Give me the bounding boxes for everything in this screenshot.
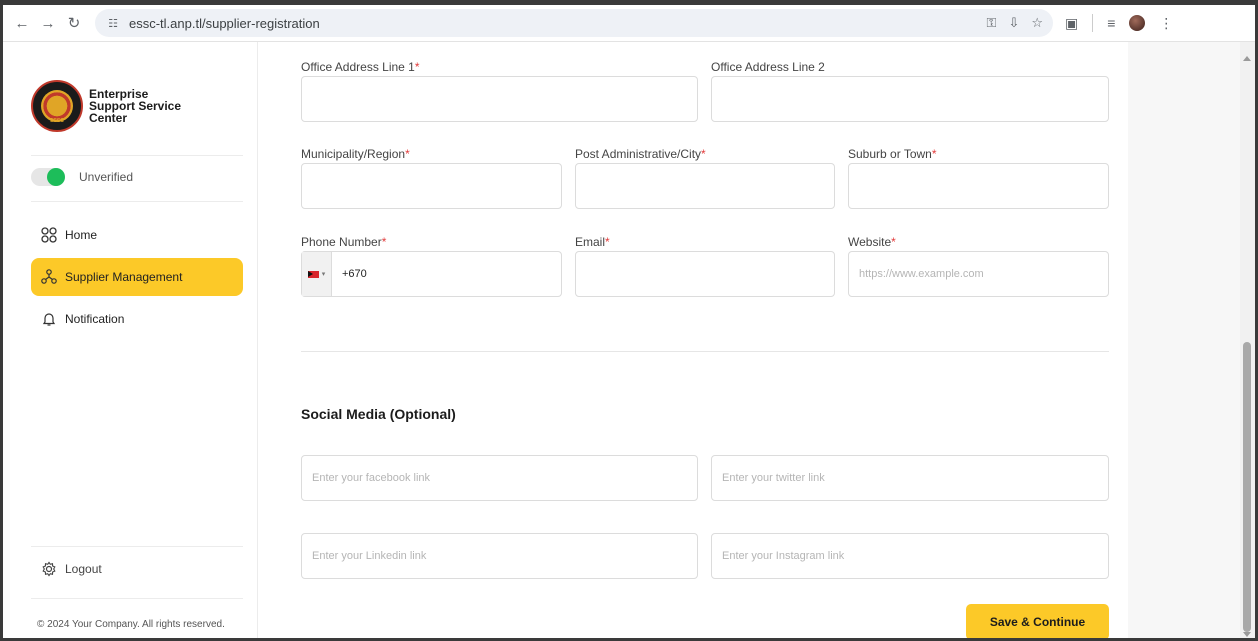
required-mark: * [405, 147, 410, 161]
essc-logo: ESSC [31, 80, 83, 132]
more-menu-icon[interactable]: ⋮ [1159, 15, 1173, 32]
required-mark: * [701, 147, 706, 161]
required-mark: * [381, 235, 387, 249]
registration-form: Office Address Line 1* Office Address Li… [258, 42, 1128, 638]
website-input[interactable]: https://www.example.com [848, 251, 1109, 297]
sidebar-item-home[interactable]: Home [31, 216, 243, 254]
website-label: Website* [848, 235, 896, 249]
sidebar-nav: Home Supplier Management Notification [31, 216, 243, 342]
timor-leste-flag-icon [307, 270, 319, 278]
home-grid-icon [41, 227, 57, 243]
chevron-down-icon: ▾ [321, 271, 326, 278]
post-admin-input[interactable] [575, 163, 835, 209]
label-text: Post Administrative/City [575, 147, 702, 161]
country-code-dropdown[interactable]: ▾ [302, 252, 332, 296]
suburb-input[interactable] [848, 163, 1109, 209]
toolbar-divider [1092, 14, 1094, 32]
sidebar-divider [31, 598, 243, 599]
logo-text: ESSC [50, 118, 64, 124]
municipality-input[interactable] [301, 163, 562, 209]
gear-icon [41, 561, 57, 577]
office-address-1-input[interactable] [301, 76, 698, 122]
label-text: Email [575, 235, 606, 249]
required-mark: * [414, 60, 420, 74]
label-text: Suburb or Town [848, 147, 932, 161]
sidebar-divider [31, 546, 243, 547]
phone-label: Phone Number* [301, 235, 386, 249]
right-panel [1128, 42, 1240, 638]
facebook-input[interactable]: Enter your facebook link [301, 455, 698, 501]
logout-label: Logout [65, 562, 102, 576]
label-text: Municipality/Region [301, 147, 406, 161]
supplier-network-icon [41, 269, 57, 285]
sidebar-divider [31, 155, 243, 156]
office-address-2-input[interactable] [711, 76, 1109, 122]
label-text: Website [848, 235, 892, 249]
label-text: Phone Number [301, 235, 382, 249]
office-address-1-label: Office Address Line 1* [301, 60, 420, 74]
twitter-input[interactable]: Enter your twitter link [711, 455, 1109, 501]
app-area: ESSC Enterprise Support Service Center U… [3, 42, 1255, 638]
instagram-input[interactable]: Enter your Instagram link [711, 533, 1109, 579]
forward-icon[interactable]: → [35, 10, 61, 36]
linkedin-input[interactable]: Enter your Linkedin link [301, 533, 698, 579]
label-text: Office Address Line 1 [301, 60, 415, 74]
profile-avatar[interactable] [1129, 15, 1146, 31]
sidebar-item-notification[interactable]: Notification [31, 300, 243, 338]
sidebar: ESSC Enterprise Support Service Center U… [3, 42, 258, 638]
section-divider [301, 351, 1109, 352]
sidebar-item-label: Home [65, 228, 98, 242]
logout-button[interactable]: Logout [41, 561, 102, 577]
sidebar-divider [31, 201, 243, 202]
email-label: Email* [575, 235, 610, 249]
sidebar-item-supplier-management[interactable]: Supplier Management [31, 258, 243, 296]
phone-input[interactable]: ▾ +670 [301, 251, 562, 297]
back-icon[interactable]: ← [9, 10, 35, 36]
reload-icon[interactable]: ↻ [61, 10, 87, 36]
brand-name: Enterprise Support Service Center [89, 87, 182, 125]
scroll-thumb[interactable] [1243, 342, 1251, 632]
save-continue-button[interactable]: Save & Continue [966, 604, 1109, 638]
scrollbar[interactable] [1240, 42, 1255, 638]
verification-label: Unverified [79, 170, 134, 184]
url-text: essc-tl.anp.tl/supplier-registration [129, 15, 320, 31]
reading-list-icon[interactable]: ≡ [1107, 15, 1115, 31]
address-bar[interactable]: ☷ essc-tl.anp.tl/supplier-registration ⚿… [95, 9, 1053, 37]
phone-value: +670 [342, 268, 367, 280]
office-address-2-label: Office Address Line 2 [711, 60, 825, 74]
scroll-down-icon[interactable] [1243, 632, 1251, 637]
install-icon[interactable]: ⇩ [1008, 15, 1019, 31]
required-mark: * [891, 235, 896, 249]
required-mark: * [605, 235, 610, 249]
site-settings-icon[interactable]: ☷ [105, 15, 121, 31]
copyright-text: © 2024 Your Company. All rights reserved… [37, 619, 225, 630]
brand[interactable]: ESSC Enterprise Support Service Center [31, 80, 189, 132]
scroll-up-icon[interactable] [1243, 56, 1251, 61]
toggle-knob [47, 168, 65, 186]
social-media-title: Social Media (Optional) [301, 406, 456, 422]
extensions-icon[interactable]: ▣ [1065, 15, 1078, 32]
required-mark: * [931, 147, 937, 161]
browser-toolbar: ← → ↻ ☷ essc-tl.anp.tl/supplier-registra… [3, 5, 1255, 42]
browser-window: ← → ↻ ☷ essc-tl.anp.tl/supplier-registra… [0, 0, 1258, 641]
sidebar-item-label: Notification [65, 312, 125, 326]
email-input[interactable] [575, 251, 835, 297]
verification-status: Unverified [31, 168, 133, 186]
star-icon[interactable]: ☆ [1031, 15, 1043, 31]
suburb-label: Suburb or Town* [848, 147, 937, 161]
municipality-label: Municipality/Region* [301, 147, 410, 161]
sidebar-item-label: Supplier Management [65, 270, 183, 284]
post-admin-label: Post Administrative/City* [575, 147, 706, 161]
key-icon[interactable]: ⚿ [987, 15, 997, 31]
bell-icon [41, 311, 57, 327]
verification-toggle[interactable] [31, 168, 65, 186]
